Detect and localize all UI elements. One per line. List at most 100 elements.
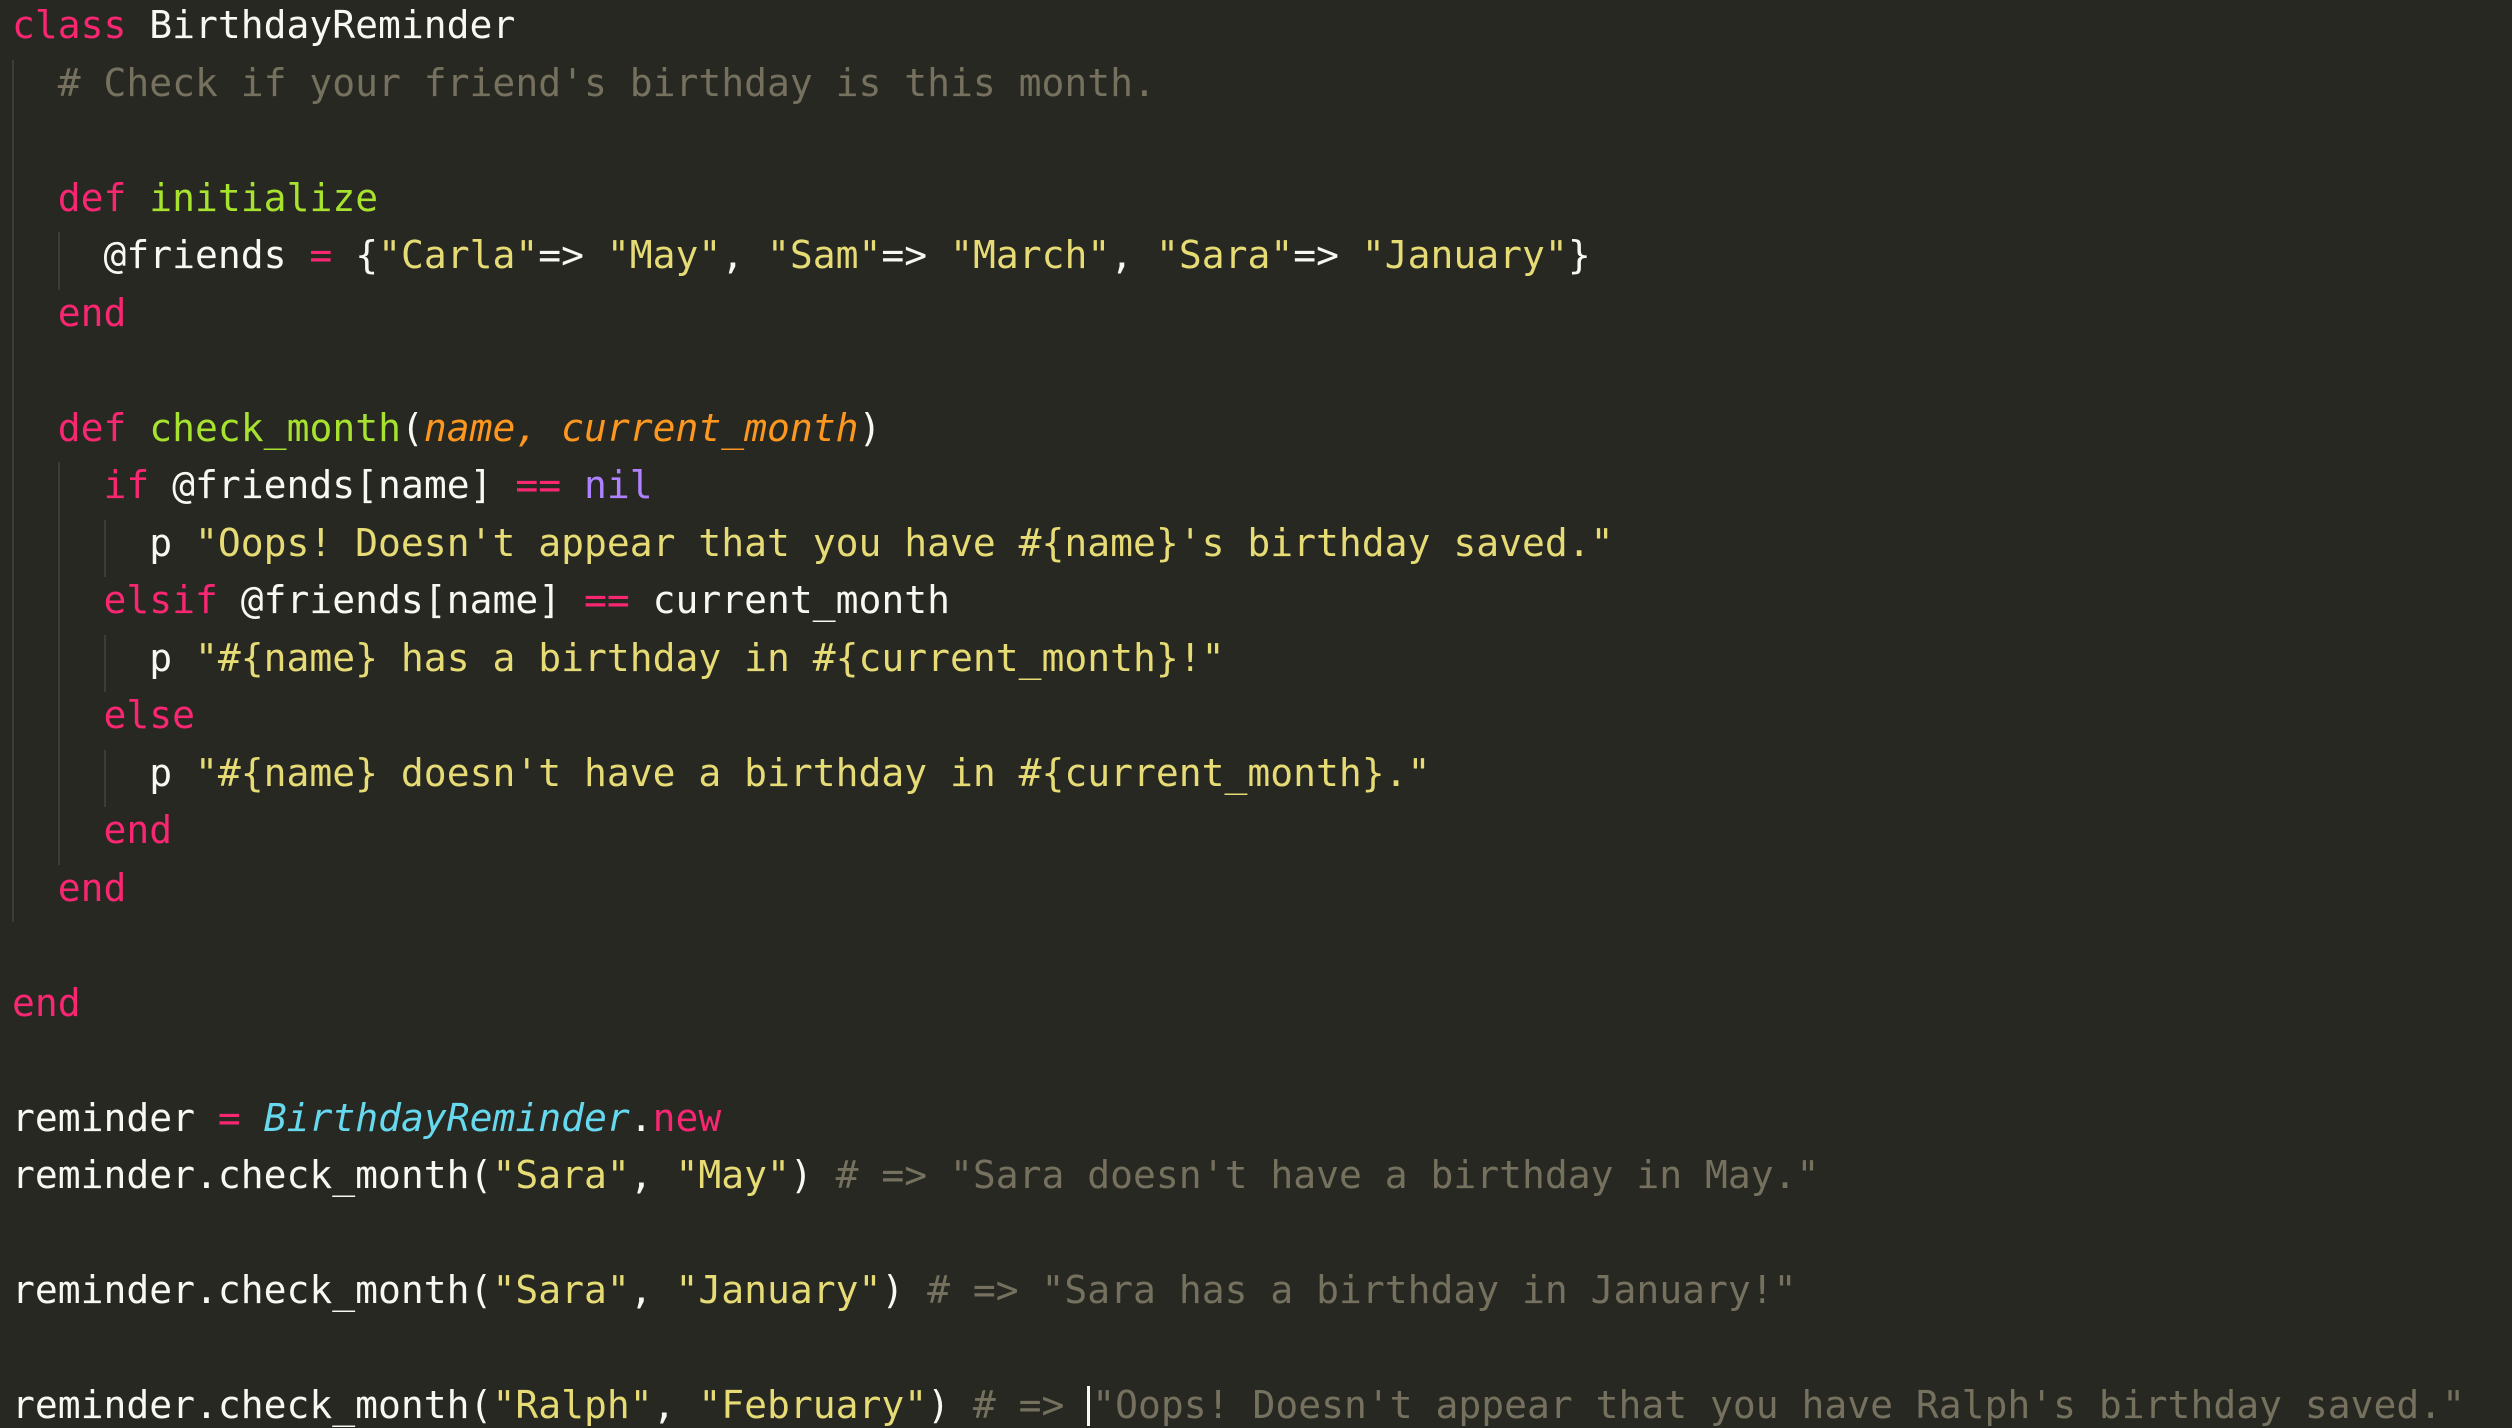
keyword-token: new — [652, 1095, 722, 1140]
code-token: p — [12, 635, 196, 680]
string-token: "May" — [675, 1153, 790, 1197]
code-token: => — [881, 233, 951, 277]
code-token: , — [652, 1383, 699, 1427]
keyword-token: end — [103, 808, 173, 852]
code-line-10[interactable]: p "Oops! Doesn't appear that you have #{… — [12, 520, 1613, 566]
keyword-token: = — [217, 1095, 241, 1140]
code-token: ( — [400, 405, 424, 450]
code-line-13[interactable]: else — [12, 692, 196, 738]
code-line-9[interactable]: if @friends[name] == nil — [12, 462, 653, 508]
code-token: reminder.check_month( — [12, 1268, 493, 1312]
code-token: current_month — [629, 578, 951, 622]
code-token: , — [629, 1268, 676, 1312]
code-line-20[interactable]: reminder = BirthdayReminder.new — [12, 1095, 721, 1141]
string-token: "Sara" — [492, 1153, 630, 1197]
keyword-token: == — [515, 463, 562, 507]
code-line-8[interactable]: def check_month(name, current_month) — [12, 405, 882, 451]
string-token: "January" — [675, 1268, 882, 1312]
keyword-token: end — [57, 290, 127, 335]
code-token: p — [12, 520, 196, 565]
code-token: @friends[name] — [149, 463, 516, 507]
code-token: ) — [881, 1268, 928, 1312]
function-name-token: check_month — [149, 405, 401, 450]
code-line-5[interactable]: @friends = {"Carla"=> "May", "Sam"=> "Ma… — [12, 232, 1591, 278]
string-token: "Sara" — [1155, 233, 1294, 277]
comment-token: # => — [972, 1383, 1088, 1427]
code-line-15[interactable]: end — [12, 807, 173, 853]
code-token: , — [1110, 233, 1156, 277]
parameter-token: name, current_month — [423, 405, 859, 450]
constant-token: nil — [583, 463, 653, 507]
code-token: , — [721, 233, 768, 277]
code-token: @friends — [12, 233, 310, 277]
code-line-18[interactable]: end — [12, 980, 81, 1026]
string-token: "Sam" — [767, 233, 882, 277]
function-name-token: initialize — [149, 175, 379, 220]
string-token: "March" — [950, 233, 1111, 277]
string-token: "#{name} has a birthday in #{current_mon… — [195, 635, 1225, 680]
string-token: "January" — [1361, 233, 1568, 277]
code-token: ) — [789, 1153, 836, 1197]
comment-token: # => "Sara doesn't have a birthday in Ma… — [835, 1153, 1820, 1197]
string-token: "Ralph" — [492, 1383, 653, 1427]
code-token: => — [1293, 233, 1362, 277]
code-token: reminder.check_month( — [12, 1153, 493, 1197]
comment-token: "Oops! Doesn't appear that you have Ralp… — [1092, 1383, 2465, 1427]
keyword-token: def — [57, 405, 127, 450]
code-token: ) — [927, 1383, 973, 1427]
text-cursor — [1087, 1386, 1091, 1426]
string-token: "#{name} doesn't have a birthday in #{cu… — [195, 750, 1431, 795]
code-line-6[interactable]: end — [12, 290, 127, 336]
code-token: @friends[name] — [217, 578, 584, 622]
string-token: "Oops! Doesn't appear that you have #{na… — [195, 520, 1614, 565]
code-line-14[interactable]: p "#{name} doesn't have a birthday in #{… — [12, 750, 1430, 796]
keyword-token: end — [12, 980, 81, 1025]
code-line-16[interactable]: end — [12, 865, 127, 911]
code-token: reminder — [12, 1095, 218, 1140]
code-token: { — [332, 233, 379, 277]
keyword-token: if — [103, 463, 150, 507]
comment-token: # => "Sara has a birthday in January!" — [927, 1268, 1797, 1312]
code-line-4[interactable]: def initialize — [12, 175, 378, 221]
code-line-23[interactable]: reminder.check_month("Sara", "January") … — [12, 1267, 1797, 1313]
keyword-token: end — [57, 865, 127, 910]
code-token: , — [629, 1153, 676, 1197]
keyword-token: elsif — [103, 578, 218, 622]
code-token: reminder.check_month( — [12, 1383, 493, 1427]
keyword-token: def — [57, 175, 127, 220]
comment-token: # Check if your friend's birthday is thi… — [12, 60, 1156, 105]
code-line-21[interactable]: reminder.check_month("Sara", "May") # =>… — [12, 1152, 1819, 1198]
code-line-1[interactable]: class BirthdayReminder — [12, 2, 515, 48]
string-token: "May" — [606, 233, 722, 277]
code-line-11[interactable]: elsif @friends[name] == current_month — [12, 577, 951, 623]
code-line-2[interactable]: # Check if your friend's birthday is thi… — [12, 60, 1156, 106]
keyword-token: = — [309, 233, 333, 277]
code-line-25[interactable]: reminder.check_month("Ralph", "February"… — [12, 1382, 2465, 1428]
code-token: } — [1567, 233, 1591, 277]
code-token: BirthdayReminder — [126, 3, 516, 47]
keyword-token: else — [103, 693, 196, 737]
string-token: "February" — [698, 1383, 928, 1427]
keyword-token: == — [583, 578, 630, 622]
code-token: p — [12, 750, 196, 795]
code-line-12[interactable]: p "#{name} has a birthday in #{current_m… — [12, 635, 1225, 681]
string-token: "Carla" — [378, 233, 539, 277]
keyword-token: class — [12, 3, 127, 47]
code-editor[interactable]: class BirthdayReminder # Check if your f… — [0, 0, 2512, 1427]
string-token: "Sara" — [492, 1268, 630, 1312]
class-name-token: BirthdayReminder — [263, 1095, 630, 1140]
code-token: ) — [858, 405, 882, 450]
code-token: . — [629, 1095, 653, 1140]
